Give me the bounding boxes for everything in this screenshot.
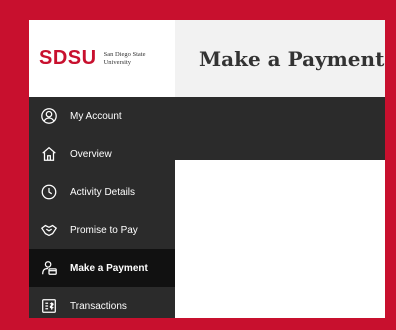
sidebar-item-label: Overview	[70, 148, 112, 160]
brand-logo[interactable]: SDSU San Diego State University	[29, 20, 175, 97]
handshake-icon	[39, 220, 59, 240]
receipt-icon	[39, 296, 59, 316]
logo-subtext: San Diego State University	[103, 50, 146, 66]
home-icon	[39, 144, 59, 164]
app-window: SDSU San Diego State University Make a P…	[29, 20, 385, 318]
header: SDSU San Diego State University Make a P…	[29, 20, 385, 97]
logo-mark: SDSU	[39, 47, 97, 69]
sidebar-item-transactions[interactable]: Transactions	[29, 287, 175, 318]
payment-icon	[39, 258, 59, 278]
sidebar-item-label: Promise to Pay	[70, 224, 138, 236]
user-circle-icon	[39, 106, 59, 126]
main-content	[175, 160, 385, 318]
page-title: Make a Payment	[199, 46, 385, 71]
sidebar-item-label: Transactions	[70, 300, 127, 312]
sidebar-item-activity-details[interactable]: Activity Details	[29, 173, 175, 211]
page-header: Make a Payment	[175, 20, 385, 97]
top-bar	[175, 97, 385, 160]
sidebar: My Account Overview Activity Details Pro…	[29, 97, 175, 318]
clock-icon	[39, 182, 59, 202]
sidebar-item-label: My Account	[70, 110, 122, 122]
sidebar-item-label: Activity Details	[70, 186, 136, 198]
sidebar-item-label: Make a Payment	[70, 262, 148, 274]
sidebar-item-my-account[interactable]: My Account	[29, 97, 175, 135]
sidebar-item-make-a-payment[interactable]: Make a Payment	[29, 249, 175, 287]
sidebar-item-overview[interactable]: Overview	[29, 135, 175, 173]
sidebar-item-promise-to-pay[interactable]: Promise to Pay	[29, 211, 175, 249]
